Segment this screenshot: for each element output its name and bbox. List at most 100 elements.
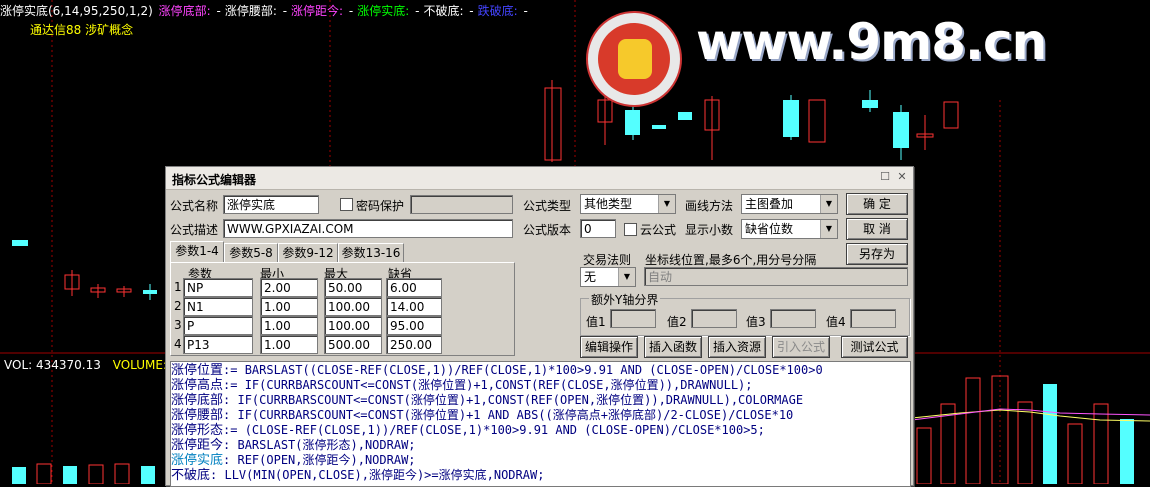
watermark-text: www.9m8.cn xyxy=(696,13,1047,71)
edit-ops-button[interactable]: 编辑操作 xyxy=(580,336,638,358)
password-label: 密码保护 xyxy=(356,199,405,213)
y-axis-value-label: 值3 xyxy=(746,315,766,329)
y-axis-value-input[interactable] xyxy=(850,309,896,328)
volume-label: VOLUME: xyxy=(112,358,168,372)
chevron-down-icon[interactable]: ▼ xyxy=(820,220,837,238)
header-item: 不破底: - xyxy=(423,4,475,18)
y-axis-value-input[interactable] xyxy=(610,309,656,328)
code-editor[interactable]: 涨停位置:= BARSLAST((CLOSE-REF(CLOSE,1))/REF… xyxy=(170,361,911,487)
code-variable: 涨停距今 xyxy=(171,438,224,453)
param-max-input[interactable]: 500.00 xyxy=(324,335,382,354)
decimals-select[interactable]: 缺省位数 ▼ xyxy=(741,219,838,239)
candle xyxy=(143,290,157,294)
param-name-input[interactable]: P xyxy=(183,316,253,335)
code-variable: 涨停形态 xyxy=(171,423,224,438)
draw-method-label: 画线方法 xyxy=(685,199,734,213)
formula-desc-label: 公式描述 xyxy=(170,223,219,237)
y-axis-value-input[interactable] xyxy=(691,309,737,328)
code-expression: IF(CURRBARSCOUNT<=CONST(涨停位置)+1,CONST(RE… xyxy=(244,378,753,392)
candle xyxy=(862,100,878,108)
trade-rule-value: 无 xyxy=(584,270,597,284)
y-axis-value-input[interactable] xyxy=(770,309,816,328)
code-line: 涨停距今: BARSLAST(涨停形态),NODRAW; xyxy=(171,438,416,453)
volume-bar xyxy=(965,377,981,484)
param-name-input[interactable]: P13 xyxy=(183,335,253,354)
tab-params-13-16[interactable]: 参数13-16 xyxy=(338,243,404,262)
param-min-input[interactable]: 2.00 xyxy=(260,278,318,297)
header-item-value: - xyxy=(212,4,221,18)
code-line: 涨停高点:= IF(CURRBARSCOUNT<=CONST(涨停位置)+1,C… xyxy=(171,378,753,393)
cloud-formula-label: 云公式 xyxy=(640,223,677,237)
param-min-input[interactable]: 1.00 xyxy=(260,335,318,354)
vol-value: VOL: 434370.13 xyxy=(4,358,101,372)
tab-params-5-8[interactable]: 参数5-8 xyxy=(224,243,278,262)
param-def-input[interactable]: 95.00 xyxy=(386,316,442,335)
code-expression: (CLOSE-REF(CLOSE,1))/REF(CLOSE,1)*100>9.… xyxy=(244,423,765,437)
code-variable: 涨停高点 xyxy=(171,378,224,393)
formula-type-select[interactable]: 其他类型 ▼ xyxy=(580,194,676,214)
formula-version-input[interactable]: 0 xyxy=(580,219,616,238)
param-def-input[interactable]: 14.00 xyxy=(386,297,442,316)
volume-bar xyxy=(12,467,26,484)
chevron-down-icon[interactable]: ▼ xyxy=(658,195,675,213)
test-formula-button[interactable]: 测试公式 xyxy=(841,336,908,358)
dialog-title: 指标公式编辑器 xyxy=(172,173,257,187)
password-checkbox[interactable] xyxy=(340,198,353,211)
cancel-button[interactable]: 取 消 xyxy=(846,218,908,240)
param-min-input[interactable]: 1.00 xyxy=(260,297,318,316)
volume-bar xyxy=(88,464,104,484)
code-operator: : xyxy=(223,408,238,422)
header-item: 涨停实底: - xyxy=(357,4,421,18)
import-formula-button[interactable]: 引入公式 xyxy=(772,336,830,358)
code-expression: IF(CURRBARSCOUNT<=CONST(涨停位置)+1 AND ABS(… xyxy=(237,408,794,422)
code-variable: 涨停腰部 xyxy=(171,408,224,423)
param-name-input[interactable]: N1 xyxy=(183,297,253,316)
ok-button[interactable]: 确 定 xyxy=(846,193,908,215)
candle xyxy=(943,101,959,129)
chevron-down-icon[interactable]: ▼ xyxy=(618,268,635,286)
chevron-down-icon[interactable]: ▼ xyxy=(820,195,837,213)
code-line: 涨停底部: IF(CURRBARSCOUNT<=CONST(涨停位置)+1,CO… xyxy=(171,393,803,408)
insert-resource-button[interactable]: 插入资源 xyxy=(708,336,766,358)
volume-bar xyxy=(1120,419,1134,484)
candle xyxy=(893,112,909,148)
save-as-button[interactable]: 另存为 xyxy=(846,243,908,265)
param-max-input[interactable]: 50.00 xyxy=(324,278,382,297)
formula-desc-input[interactable]: WWW.GPXIAZAI.COM xyxy=(223,219,513,238)
code-operator: : xyxy=(210,468,225,482)
header-item: 涨停底部: - xyxy=(159,4,223,18)
code-variable: 不破底 xyxy=(171,468,211,483)
sector-label: 通达信88 涉矿概念 xyxy=(30,23,134,37)
draw-method-select[interactable]: 主图叠加 ▼ xyxy=(741,194,838,214)
param-def-input[interactable]: 6.00 xyxy=(386,278,442,297)
insert-function-button[interactable]: 插入函数 xyxy=(644,336,702,358)
code-operator: : xyxy=(223,438,238,452)
price-candles-left xyxy=(12,240,157,300)
param-min-input[interactable]: 1.00 xyxy=(260,316,318,335)
candle xyxy=(808,99,826,143)
header-item-label: 涨停底部: xyxy=(158,4,211,18)
volume-bar xyxy=(141,466,155,484)
coord-line-input[interactable]: 自动 xyxy=(644,267,908,286)
volume-header: VOL: 434370.13 VOLUME: xyxy=(4,358,167,372)
code-operator: := xyxy=(223,423,245,437)
param-max-input[interactable]: 100.00 xyxy=(324,316,382,335)
password-input[interactable] xyxy=(410,195,513,214)
restore-icon[interactable]: ☐ xyxy=(878,170,892,184)
cloud-formula-checkbox[interactable] xyxy=(624,223,637,236)
trade-rule-select[interactable]: 无 ▼ xyxy=(580,267,636,287)
tab-params-9-12[interactable]: 参数9-12 xyxy=(278,243,338,262)
y-axis-value-label: 值2 xyxy=(667,315,687,329)
formula-editor-dialog: 指标公式编辑器 ☐ ✕ 公式名称 涨停实底 密码保护 公式类型 其他类型 ▼ 画… xyxy=(165,166,914,487)
param-max-input[interactable]: 100.00 xyxy=(324,297,382,316)
watermark: www.9m8.cn xyxy=(578,3,1150,107)
param-name-input[interactable]: NP xyxy=(183,278,253,297)
close-icon[interactable]: ✕ xyxy=(895,170,909,184)
tab-params-1-4[interactable]: 参数1-4 xyxy=(170,241,224,263)
trade-rule-label: 交易法则 xyxy=(583,253,632,267)
formula-name-input[interactable]: 涨停实底 xyxy=(223,195,319,214)
header-item: 涨停距今: - xyxy=(291,4,355,18)
candle xyxy=(783,100,799,137)
coord-line-label: 坐标线位置,最多6个,用分号分隔 xyxy=(645,253,817,267)
param-def-input[interactable]: 250.00 xyxy=(386,335,442,354)
